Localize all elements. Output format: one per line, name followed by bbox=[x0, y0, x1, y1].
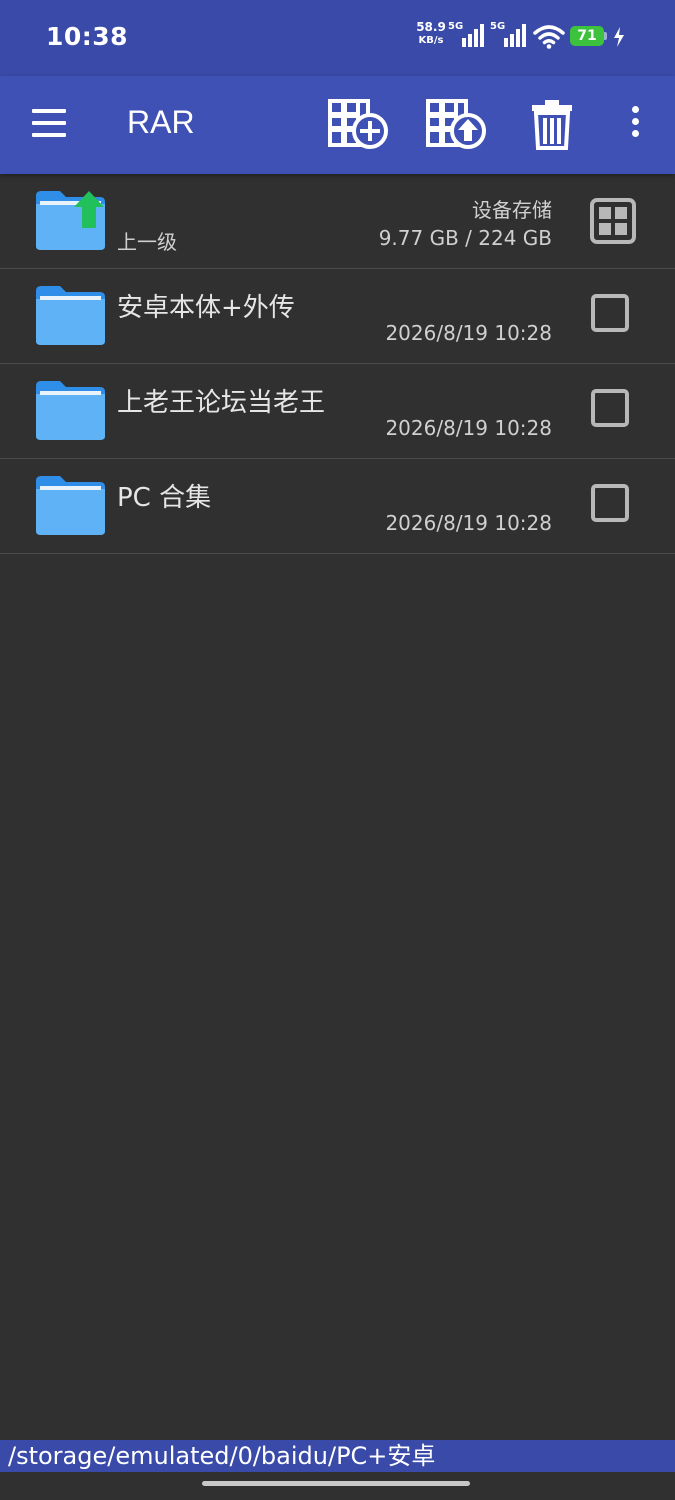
folder-icon bbox=[36, 380, 106, 446]
battery-icon: 71 bbox=[570, 26, 604, 46]
select-checkbox[interactable] bbox=[591, 389, 629, 427]
menu-icon bbox=[32, 109, 66, 113]
more-vert-icon bbox=[631, 106, 639, 113]
parent-folder-label: 上一级 bbox=[117, 230, 177, 254]
sim1-network-type: 5G bbox=[448, 21, 464, 32]
folder-date: 2026/8/19 10:28 bbox=[385, 321, 552, 345]
folder-icon bbox=[36, 475, 106, 541]
list-item[interactable]: 上老王论坛当老王 2026/8/19 10:28 bbox=[0, 364, 675, 459]
trash-icon bbox=[532, 100, 572, 150]
battery-tip bbox=[604, 32, 607, 40]
list-item[interactable]: 安卓本体+外传 2026/8/19 10:28 bbox=[0, 269, 675, 364]
view-mode-button[interactable] bbox=[590, 198, 636, 248]
status-bar: 10:38 58.9 KB/s 5G 5G 71 bbox=[0, 0, 675, 76]
status-time: 10:38 bbox=[46, 22, 129, 51]
sim1-signal-icon: 5G bbox=[448, 21, 484, 52]
folder-icon bbox=[36, 285, 106, 351]
parent-folder-row[interactable]: 上一级 设备存储 9.77 GB / 224 GB bbox=[0, 174, 675, 269]
app-title: RAR bbox=[127, 104, 195, 140]
extract-archive-button[interactable] bbox=[425, 98, 487, 152]
archive-add-icon bbox=[328, 99, 388, 149]
sim2-signal-icon: 5G bbox=[490, 21, 526, 52]
select-checkbox[interactable] bbox=[591, 484, 629, 522]
file-list: 上一级 设备存储 9.77 GB / 224 GB 安卓本体+外传 2026/8… bbox=[0, 174, 675, 554]
sim2-network-type: 5G bbox=[490, 21, 506, 32]
folder-date: 2026/8/19 10:28 bbox=[385, 416, 552, 440]
network-speed: 58.9 KB/s bbox=[414, 21, 448, 47]
menu-button[interactable] bbox=[30, 109, 68, 141]
network-speed-value: 58.9 bbox=[416, 20, 446, 34]
add-to-archive-button[interactable] bbox=[327, 98, 389, 152]
network-speed-unit: KB/s bbox=[418, 35, 444, 46]
folder-up-icon bbox=[36, 190, 106, 256]
home-indicator[interactable] bbox=[202, 1481, 470, 1486]
folder-name: 上老王论坛当老王 bbox=[117, 388, 326, 418]
folder-name: 安卓本体+外传 bbox=[117, 293, 295, 323]
list-item[interactable]: PC 合集 2026/8/19 10:28 bbox=[0, 459, 675, 554]
delete-button[interactable] bbox=[528, 98, 590, 152]
app-toolbar: RAR bbox=[0, 76, 675, 174]
archive-extract-icon bbox=[426, 99, 486, 149]
folder-name: PC 合集 bbox=[117, 483, 212, 513]
charging-icon bbox=[613, 27, 625, 51]
storage-label: 设备存储 bbox=[472, 198, 552, 222]
grid-view-icon bbox=[590, 198, 636, 244]
folder-date: 2026/8/19 10:28 bbox=[385, 511, 552, 535]
wifi-icon bbox=[533, 25, 565, 53]
select-checkbox[interactable] bbox=[591, 294, 629, 332]
more-options-button[interactable] bbox=[622, 106, 648, 146]
storage-usage: 9.77 GB / 224 GB bbox=[378, 226, 552, 250]
current-path: /storage/emulated/0/baidu/PC+安卓 bbox=[0, 1440, 675, 1472]
